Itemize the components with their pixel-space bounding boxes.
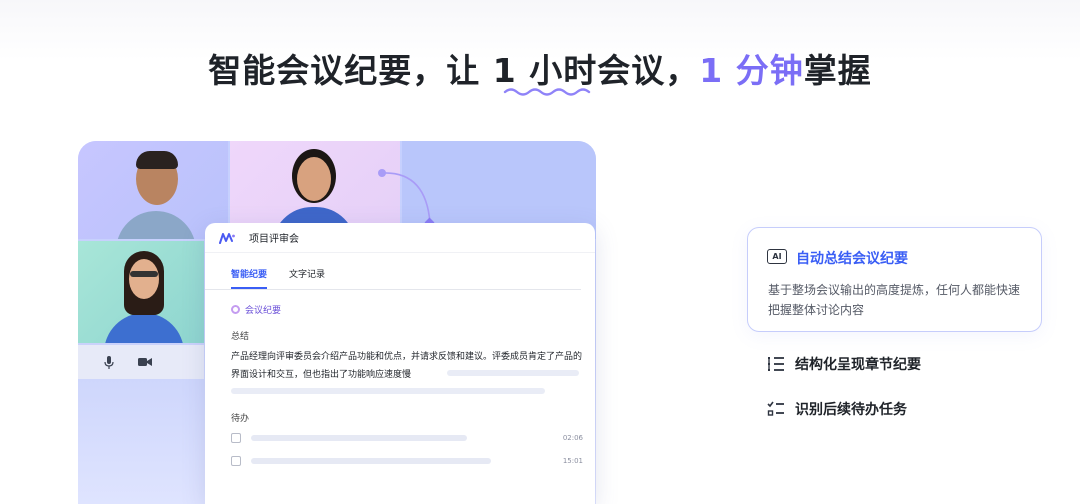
headline-part2: 1 小时会议， [492,51,700,90]
summary-text: 产品经理向评审委员会介绍产品功能和优点，并请求反馈和建议。评委成员肯定了产品的界… [231,352,583,380]
placeholder-line [231,388,545,394]
todo-label: 待办 [231,414,250,424]
microphone-icon[interactable] [102,355,116,369]
summary-label: 总结 [231,332,250,342]
todo-time: 02:06 [562,434,583,442]
headline-accent: 1 分钟 [699,51,804,90]
video-camera-icon[interactable] [138,355,152,369]
meeting-title: 项目评审会 [249,234,299,245]
connector-curve [378,169,435,227]
checklist-icon [767,401,784,416]
placeholder-line [251,435,467,441]
todo-checkbox[interactable] [231,456,241,466]
app-logo-icon [219,232,235,244]
ai-icon: AI [767,249,787,264]
todo-time: 15:01 [562,457,583,465]
wavy-underline [503,88,591,96]
video-tile-4 [78,241,204,343]
tab-smart-notes[interactable]: 智能纪要 [231,267,268,289]
notes-tabs: 智能纪要 文字记录 [205,253,581,290]
headline-part1: 智能会议纪要，让 [208,51,493,90]
feature-item-structured[interactable]: 结构化呈现章节纪要 [767,354,921,374]
meeting-notes-panel: 项目评审会 智能纪要 文字记录 会议纪要 总结 产品经理向评审委员会介绍产品功能… [205,223,595,504]
feature-item-todo[interactable]: 识别后续待办任务 [767,399,907,419]
participant-avatar [106,141,206,239]
section-tag-label: 会议纪要 [245,306,282,316]
headline: 智能会议纪要，让 1 小时会议，1 分钟掌握 [0,44,1080,92]
placeholder-line [447,370,579,376]
feature-card-title: 自动总结会议纪要 [796,251,908,267]
todo-item: 02:06 [231,431,583,445]
tab-transcript[interactable]: 文字记录 [289,267,325,289]
section-ring-icon [231,305,240,314]
participant-avatar [94,241,194,343]
todo-item: 15:01 [231,454,583,468]
headline-part3: 掌握 [803,51,872,90]
video-toolbar [78,345,204,379]
feature-card-desc: 基于整场会议输出的高度提炼，任何人都能快速把握整体讨论内容 [768,283,1021,317]
placeholder-line [251,458,491,464]
feature-item-label: 识别后续待办任务 [795,402,907,418]
section-tag: 会议纪要 [231,303,281,316]
feature-item-label: 结构化呈现章节纪要 [795,357,921,373]
structured-list-icon [768,357,784,371]
todo-checkbox[interactable] [231,433,241,443]
feature-card-auto-summary[interactable]: AI 自动总结会议纪要 基于整场会议输出的高度提炼，任何人都能快速把握整体讨论内… [747,227,1042,332]
panel-header: 项目评审会 [205,223,595,253]
